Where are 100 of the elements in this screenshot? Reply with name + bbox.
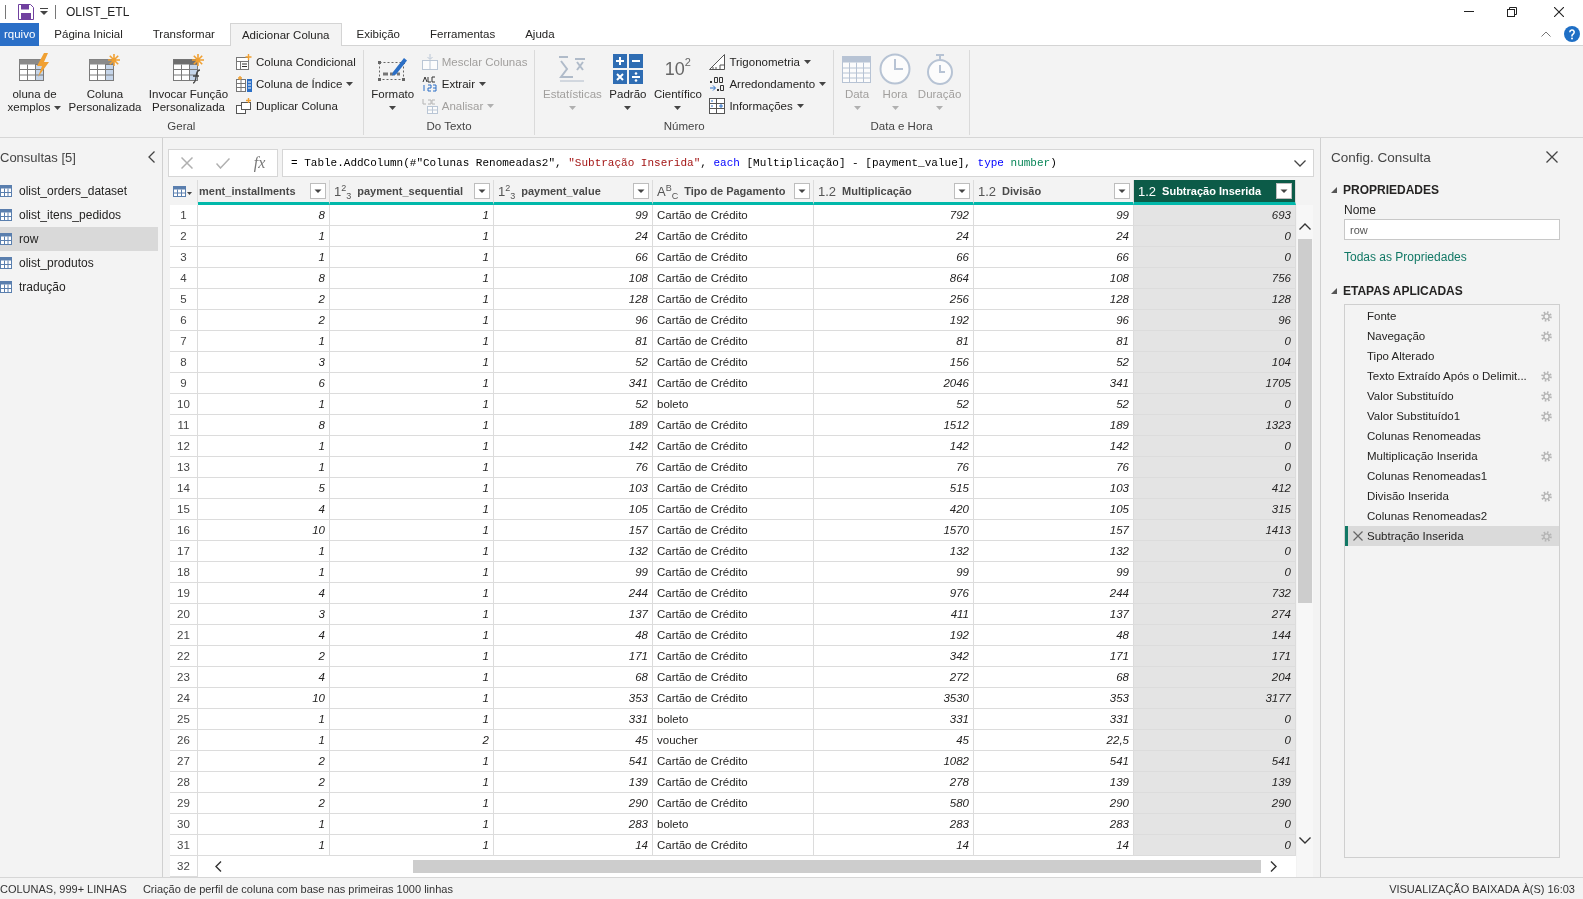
- status-text: VISUALIZAÇÃO BAIXADA À(S) 16:03: [1389, 882, 1575, 895]
- step-item[interactable]: Subtração Inserida: [1345, 526, 1559, 546]
- formula-field[interactable]: = Table.AddColumn(#"Colunas Renomeadas2", "Subtração Inserida", each [Multiplicação] - [payment_value], type number): [282, 149, 1314, 177]
- ribbon-button[interactable]: Formato: [367, 50, 418, 110]
- ribbon-button[interactable]: oluna de xemplos: [4, 50, 65, 114]
- query-item[interactable]: olist_itens_pedidos: [0, 203, 158, 227]
- table-icon[interactable]: [173, 185, 192, 197]
- chevron-down-icon[interactable]: [1294, 159, 1306, 167]
- restore-icon[interactable]: [1507, 6, 1517, 17]
- close-icon[interactable]: [1546, 151, 1558, 163]
- check-icon[interactable]: [216, 157, 231, 169]
- table-cell: 1: [330, 772, 494, 793]
- query-item[interactable]: olist_produtos: [0, 251, 158, 275]
- fx-button[interactable]: fx: [253, 154, 266, 172]
- table-cell: Cartão de Crédito: [653, 478, 814, 499]
- ribbon-button[interactable]: Arredondamento: [709, 73, 827, 95]
- dropdown-icon[interactable]: [40, 8, 48, 15]
- ribbon-button[interactable]: Extrair: [421, 73, 528, 95]
- step-item[interactable]: Multiplicação Inserida: [1345, 446, 1559, 466]
- table-cell: Cartão de Crédito: [653, 499, 814, 520]
- ribbon-button[interactable]: Informações: [709, 95, 827, 117]
- row-number: 16: [170, 520, 198, 541]
- query-item[interactable]: row: [0, 227, 158, 251]
- dropdown-icon[interactable]: [954, 183, 970, 199]
- table-cell: Cartão de Crédito: [653, 457, 814, 478]
- table-cell: Cartão de Crédito: [653, 415, 814, 436]
- ribbon-tab[interactable]: Adicionar Coluna: [229, 23, 342, 46]
- arithmetic-icon: [611, 53, 644, 85]
- dropdown-icon[interactable]: [794, 183, 810, 199]
- table-cell: 1: [330, 205, 494, 226]
- pane-title: Config. Consulta: [1331, 149, 1432, 165]
- ribbon-button[interactable]: Coluna Condicional: [236, 51, 356, 73]
- scrollbar-thumb[interactable]: [1298, 239, 1312, 603]
- chevron-left-icon[interactable]: [148, 151, 155, 163]
- expanded-triangle-icon[interactable]: [1331, 288, 1337, 294]
- table-cell: 171: [494, 646, 653, 667]
- column-header[interactable]: 1$^{2}$$_{3}$ payment_value: [494, 180, 653, 205]
- ribbon-button[interactable]: Trigonometria: [709, 51, 827, 73]
- table-cell: 1: [330, 625, 494, 646]
- step-item[interactable]: Valor Substituído1: [1345, 406, 1559, 426]
- ribbon-button[interactable]: Padrão: [605, 50, 651, 110]
- table-cell: Cartão de Crédito: [653, 583, 814, 604]
- step-item[interactable]: Navegação: [1345, 326, 1559, 346]
- step-item[interactable]: Texto Extraído Após o Delimit...: [1345, 366, 1559, 386]
- ribbon-tab[interactable]: Ajuda: [510, 23, 570, 45]
- ribbon-tab[interactable]: Exibição: [341, 23, 415, 45]
- name-field[interactable]: row: [1344, 219, 1560, 240]
- expanded-triangle-icon[interactable]: [1331, 187, 1337, 193]
- pane-title: Consultas [5]: [0, 149, 77, 165]
- close-icon[interactable]: [1554, 6, 1564, 17]
- ribbon-button[interactable]: 10$^{2}$ Científico: [650, 50, 706, 110]
- table-cell: 4: [198, 625, 330, 646]
- scrollbar-thumb[interactable]: [413, 860, 1261, 873]
- table-cell: 580: [814, 793, 974, 814]
- dropdown-icon[interactable]: [1114, 183, 1130, 199]
- dropdown-icon[interactable]: [633, 183, 649, 199]
- dropdown-icon[interactable]: [474, 183, 490, 199]
- chevron-right-icon[interactable]: [1270, 861, 1277, 872]
- table-cell: 1: [198, 730, 330, 751]
- ribbon-tab[interactable]: rquivo: [0, 23, 40, 46]
- step-item[interactable]: Colunas Renomeadas2: [1345, 506, 1559, 526]
- ribbon-button[interactable]: Duplicar Coluna: [236, 95, 356, 117]
- step-item[interactable]: Colunas Renomeadas1: [1345, 466, 1559, 486]
- table-cell: 272: [814, 667, 974, 688]
- step-item[interactable]: Colunas Renomeadas: [1345, 426, 1559, 446]
- step-item[interactable]: Divisão Inserida: [1345, 486, 1559, 506]
- column-header[interactable]: ment_installments: [198, 180, 330, 205]
- table-cell: 1: [330, 478, 494, 499]
- dropdown-icon[interactable]: [1276, 183, 1292, 199]
- properties-link[interactable]: Todas as Propriedades: [1344, 248, 1467, 266]
- table-cell: 976: [814, 583, 974, 604]
- cross-icon[interactable]: [1352, 531, 1363, 541]
- column-header[interactable]: A$^{B}$$_{C}$ Tipo de Pagamento: [653, 180, 814, 205]
- ribbon-button[interactable]: Invocar Função Personalizada: [145, 50, 232, 114]
- table-cell: 1: [330, 352, 494, 373]
- chevron-down-icon[interactable]: [1299, 837, 1311, 844]
- dropdown-icon[interactable]: [310, 183, 326, 199]
- chevron-left-icon[interactable]: [215, 861, 222, 872]
- row-number: 19: [170, 583, 198, 604]
- step-item[interactable]: Fonte: [1345, 306, 1559, 326]
- chevron-up-icon[interactable]: [1299, 223, 1311, 230]
- table-cell: 0: [1134, 541, 1296, 562]
- ribbon-button[interactable]: Coluna Personalizada: [65, 50, 145, 114]
- step-item[interactable]: Valor Substituído: [1345, 386, 1559, 406]
- ribbon-tab[interactable]: Transformar: [137, 23, 230, 45]
- column-header[interactable]: 1.2 Multiplicação: [814, 180, 974, 205]
- table-cell: 864: [814, 268, 974, 289]
- column-header[interactable]: 1.2 Divisão: [974, 180, 1134, 205]
- column-header[interactable]: 1.2 Subtração Inserida: [1134, 180, 1296, 205]
- query-item[interactable]: olist_orders_dataset: [0, 179, 158, 203]
- table-cell: Cartão de Crédito: [653, 310, 814, 331]
- ribbon-tab[interactable]: Página Inicial: [39, 23, 138, 45]
- ribbon-tab[interactable]: Ferramentas: [415, 23, 511, 45]
- help-icon[interactable]: [1564, 26, 1580, 42]
- ribbon-button[interactable]: Coluna de Índice: [236, 73, 356, 95]
- query-item[interactable]: tradução: [0, 275, 158, 299]
- step-item[interactable]: Tipo Alterado: [1345, 346, 1559, 366]
- column-header[interactable]: 1$^{2}$$_{3}$ payment_sequential: [330, 180, 494, 205]
- save-icon[interactable]: [18, 3, 34, 20]
- table-cell: Cartão de Crédito: [653, 793, 814, 814]
